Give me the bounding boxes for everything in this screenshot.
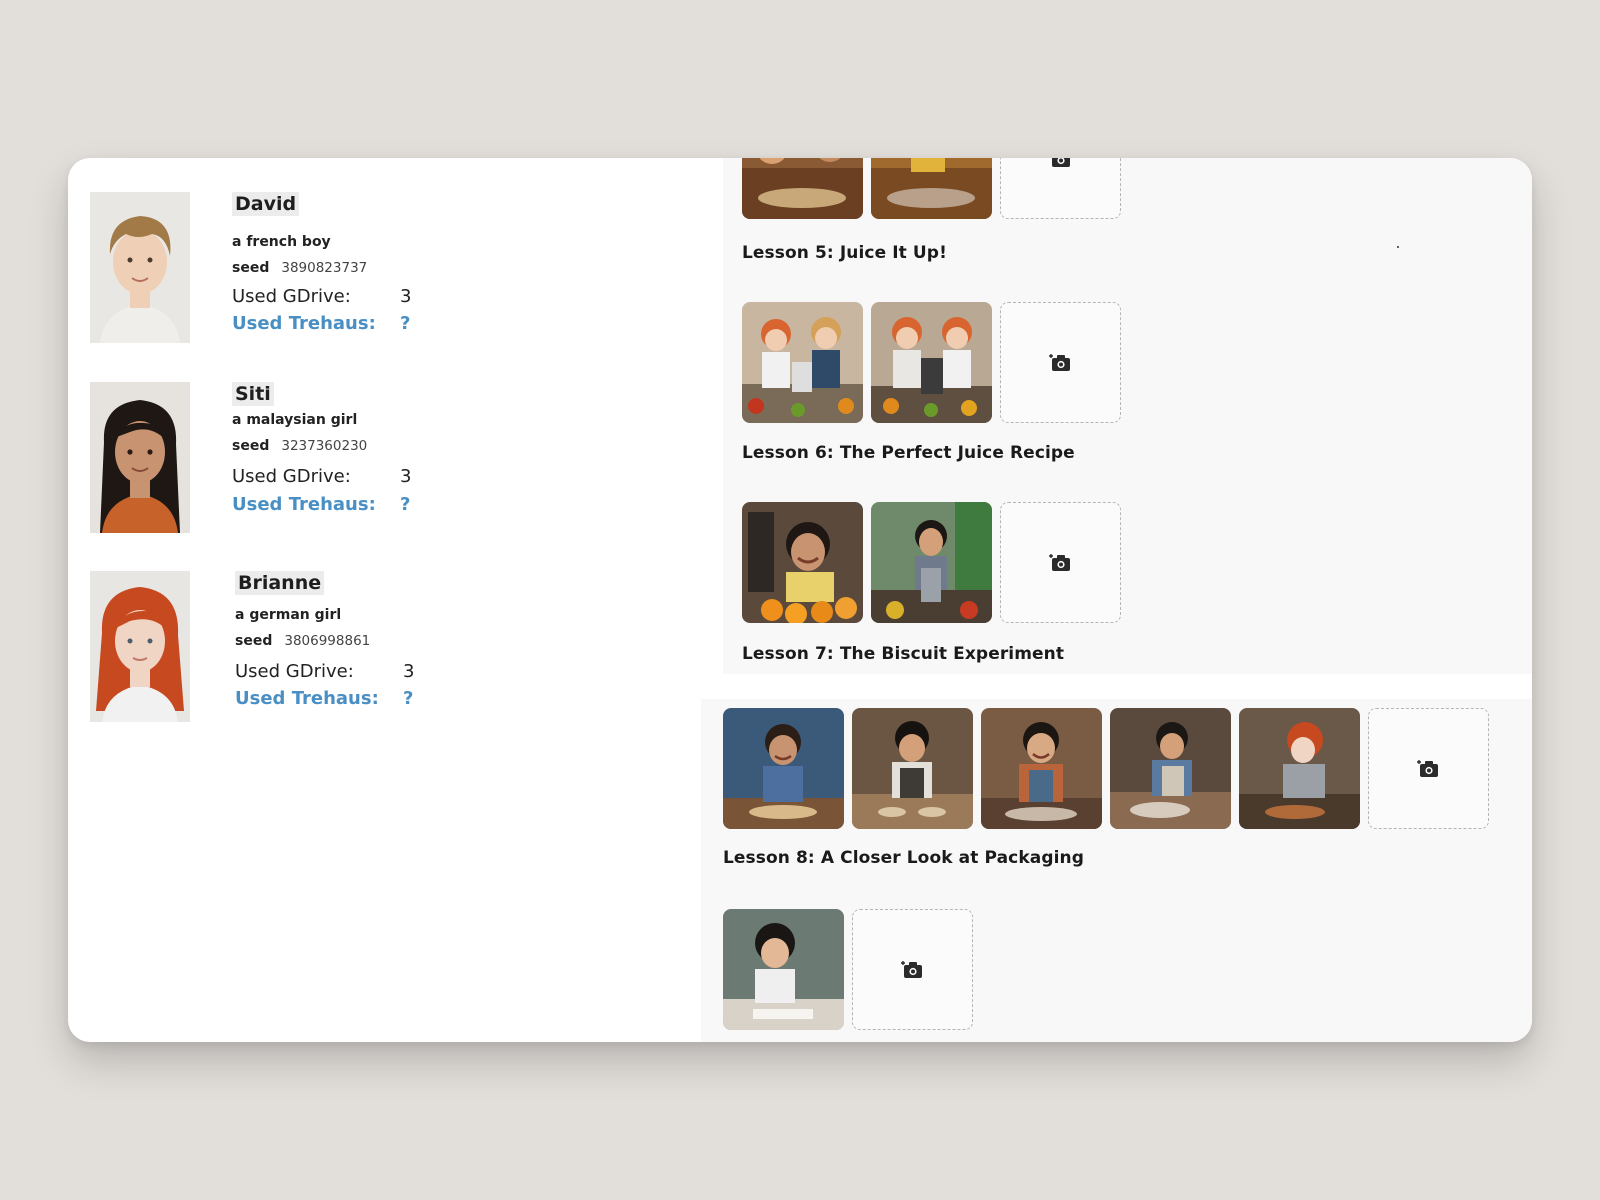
seed-label: seed: [232, 260, 270, 276]
character-description: a malaysian girl: [232, 412, 358, 428]
lesson-8-upload-button[interactable]: [852, 909, 973, 1030]
lesson-6-upload-button[interactable]: [1000, 502, 1121, 623]
seed-row: seed 3806998861: [235, 633, 370, 649]
lesson-5-title: Lesson 5: Juice It Up!: [742, 243, 947, 263]
portrait-brianne: [90, 571, 190, 722]
lesson-5-image-2[interactable]: [871, 302, 992, 423]
gdrive-label: Used GDrive:: [232, 466, 351, 487]
lesson-5-image-1[interactable]: [742, 302, 863, 423]
add-photo-icon: [900, 960, 922, 978]
seed-value: 3237360230: [281, 438, 368, 454]
trehaus-label[interactable]: Used Trehaus:: [232, 313, 376, 334]
portrait-siti: [90, 382, 190, 533]
lesson-6-title: Lesson 6: The Perfect Juice Recipe: [742, 443, 1075, 463]
lesson-8-title: Lesson 8: A Closer Look at Packaging: [723, 848, 1084, 868]
lesson-6-image-1[interactable]: [742, 502, 863, 623]
lesson-4-upload-button[interactable]: [1000, 158, 1121, 219]
lesson-7-image-2[interactable]: [852, 708, 973, 829]
gdrive-row: Used GDrive: 3: [232, 466, 411, 487]
seed-value: 3806998861: [284, 633, 371, 649]
main-card: David a french boy seed 3890823737 Used G…: [68, 158, 1532, 1042]
trehaus-label[interactable]: Used Trehaus:: [235, 688, 379, 709]
character-description: a german girl: [235, 607, 342, 623]
gdrive-label: Used GDrive:: [235, 661, 354, 682]
character-name: David: [232, 192, 300, 216]
seed-label: seed: [232, 438, 270, 454]
lesson-5-upload-button[interactable]: [1000, 302, 1121, 423]
trehaus-count[interactable]: ?: [403, 688, 413, 709]
gdrive-row: Used GDrive: 3: [235, 661, 414, 682]
add-photo-icon: [1416, 759, 1438, 777]
seed-row: seed 3890823737: [232, 260, 367, 276]
seed-label: seed: [235, 633, 273, 649]
trehaus-label[interactable]: Used Trehaus:: [232, 494, 376, 515]
gdrive-label: Used GDrive:: [232, 286, 351, 307]
lesson-7-image-3[interactable]: [981, 708, 1102, 829]
panel-divider: [701, 674, 1532, 699]
lesson-7-image-4[interactable]: [1110, 708, 1231, 829]
lesson-6-image-2[interactable]: [871, 502, 992, 623]
gdrive-count: 3: [403, 661, 415, 682]
trehaus-count[interactable]: ?: [400, 494, 410, 515]
add-photo-icon: [1051, 158, 1070, 167]
trehaus-row[interactable]: Used Trehaus: ?: [235, 688, 413, 709]
trehaus-count[interactable]: ?: [400, 313, 410, 334]
gdrive-count: 3: [400, 286, 412, 307]
lesson-7-image-1[interactable]: [723, 708, 844, 829]
portrait-david: [90, 192, 190, 343]
trehaus-row[interactable]: Used Trehaus: ?: [232, 494, 410, 515]
trehaus-row[interactable]: Used Trehaus: ?: [232, 313, 410, 334]
add-photo-icon: [1048, 553, 1070, 571]
lesson-7-upload-button[interactable]: [1368, 708, 1489, 829]
character-name: Siti: [232, 382, 274, 406]
seed-row: seed 3237360230: [232, 438, 367, 454]
character-name: Brianne: [235, 571, 325, 595]
gdrive-count: 3: [400, 466, 412, 487]
lesson-4-image-2[interactable]: [871, 158, 992, 219]
lesson-4-image-1[interactable]: [742, 158, 863, 219]
lesson-7-image-5[interactable]: [1239, 708, 1360, 829]
lesson-8-image-1[interactable]: [723, 909, 844, 1030]
lesson-7-title: Lesson 7: The Biscuit Experiment: [742, 644, 1065, 664]
stray-dot: [1397, 246, 1399, 248]
character-description: a french boy: [232, 234, 331, 250]
gdrive-row: Used GDrive: 3: [232, 286, 411, 307]
seed-value: 3890823737: [281, 260, 368, 276]
add-photo-icon: [1048, 353, 1070, 371]
